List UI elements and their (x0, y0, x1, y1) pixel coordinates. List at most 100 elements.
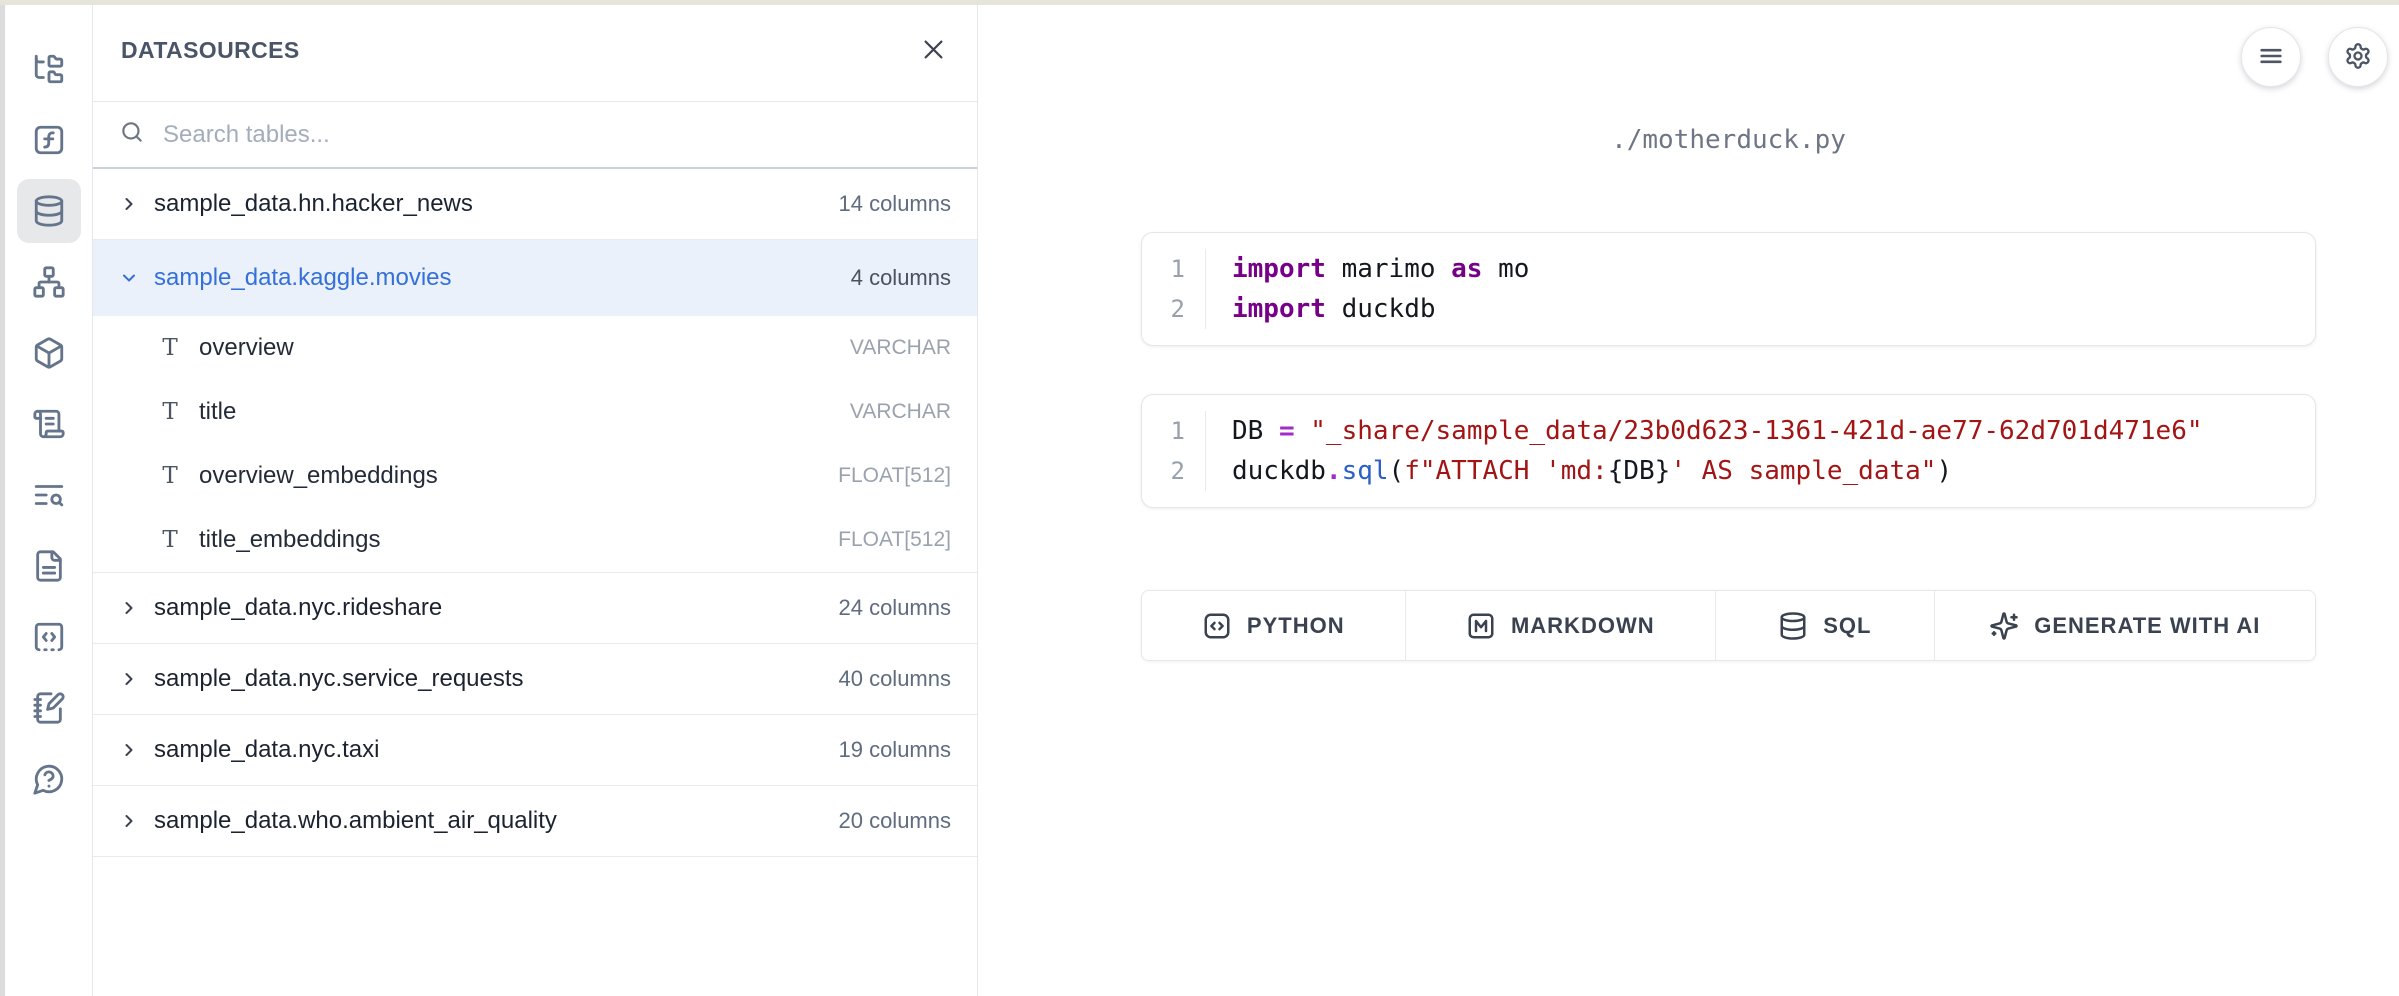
column-type: VARCHAR (850, 400, 951, 424)
sidebar-item-scroll-text[interactable] (17, 392, 81, 456)
sidebar-item-code-snippet[interactable] (17, 605, 81, 669)
sidebar-item-database[interactable] (17, 179, 81, 243)
add-cell-button-label: PYTHON (1247, 613, 1345, 639)
add-cell-generate-with-ai-button[interactable]: GENERATE WITH AI (1935, 591, 2315, 660)
table-row[interactable]: sample_data.nyc.taxi19 columns (93, 715, 977, 785)
table-row[interactable]: sample_data.nyc.service_requests40 colum… (93, 644, 977, 714)
column-count: 24 columns (838, 595, 951, 621)
notebook-pen-icon (32, 691, 66, 725)
scroll-text-icon (32, 407, 66, 441)
chevron-right-icon (119, 810, 141, 832)
network-icon (32, 265, 66, 299)
table-name: sample_data.nyc.rideshare (154, 594, 838, 622)
search-icon (119, 119, 145, 150)
column-row[interactable]: Toverview_embeddingsFLOAT[512] (93, 444, 977, 508)
column-row[interactable]: TtitleVARCHAR (93, 380, 977, 444)
add-cell-python-button[interactable]: PYTHON (1142, 591, 1406, 660)
settings-button[interactable] (2328, 27, 2388, 87)
column-name: title_embeddings (199, 526, 838, 554)
column-count: 40 columns (838, 666, 951, 692)
chevron-right-icon (119, 193, 141, 215)
database-icon (1778, 611, 1808, 641)
help-chat-icon (32, 762, 66, 796)
code-cell[interactable]: 12import marimo as moimport duckdb (1141, 232, 2316, 346)
column-name: overview_embeddings (199, 462, 838, 490)
add-cell-button-label: GENERATE WITH AI (2034, 613, 2260, 639)
code-editor[interactable]: import marimo as moimport duckdb (1206, 249, 2315, 329)
gear-icon (2344, 42, 2372, 73)
sidebar-item-notebook-pen[interactable] (17, 676, 81, 740)
table-group: sample_data.nyc.taxi19 columns (93, 715, 977, 786)
code-square-icon (1202, 611, 1232, 641)
window-top-edge (0, 0, 2399, 5)
code-cell[interactable]: 12DB = "_share/sample_data/23b0d623-1361… (1141, 394, 2316, 508)
add-cell-markdown-button[interactable]: MARKDOWN (1406, 591, 1716, 660)
datasources-panel: DATASOURCES sample_data.hn.hacker_news14… (93, 0, 978, 996)
file-tree-icon (32, 52, 66, 86)
cells-container: 12import marimo as moimport duckdb12DB =… (1141, 232, 2316, 508)
line-number: 2 (1142, 289, 1205, 329)
add-cell-sql-button[interactable]: SQL (1716, 591, 1935, 660)
notebook-filename: ./motherduck.py (1141, 118, 2316, 162)
table-row[interactable]: sample_data.nyc.rideshare24 columns (93, 573, 977, 643)
column-type: FLOAT[512] (838, 464, 951, 488)
window-left-edge (0, 0, 5, 996)
package-icon (32, 336, 66, 370)
table-name: sample_data.who.ambient_air_quality (154, 807, 838, 835)
file-text-icon (32, 549, 66, 583)
close-panel-button[interactable] (920, 36, 947, 66)
sidebar-item-help-chat[interactable] (17, 747, 81, 811)
text-type-icon: T (157, 463, 183, 489)
table-name: sample_data.kaggle.movies (154, 264, 851, 292)
sidebar-item-network[interactable] (17, 250, 81, 314)
table-row[interactable]: sample_data.hn.hacker_news14 columns (93, 169, 977, 239)
sidebar-item-file-text[interactable] (17, 534, 81, 598)
table-group: sample_data.who.ambient_air_quality20 co… (93, 786, 977, 857)
column-name: title (199, 398, 850, 426)
column-count: 20 columns (838, 808, 951, 834)
sidebar-item-package[interactable] (17, 321, 81, 385)
sidebar-item-list-search[interactable] (17, 463, 81, 527)
code-line: import marimo as mo (1232, 249, 2315, 289)
table-group: sample_data.nyc.rideshare24 columns (93, 573, 977, 644)
chevron-down-icon (119, 267, 141, 289)
code-editor[interactable]: DB = "_share/sample_data/23b0d623-1361-4… (1206, 411, 2315, 491)
column-type: FLOAT[512] (838, 528, 951, 552)
notebook-content: ./motherduck.py 12import marimo as moimp… (1141, 118, 2316, 661)
add-cell-button-label: MARKDOWN (1511, 613, 1655, 639)
text-type-icon: T (157, 527, 183, 553)
table-group: sample_data.hn.hacker_news14 columns (93, 169, 977, 240)
hamburger-menu-icon (2257, 42, 2285, 73)
column-row[interactable]: ToverviewVARCHAR (93, 316, 977, 380)
table-group: sample_data.kaggle.movies4 columnsToverv… (93, 240, 977, 573)
chevron-right-icon (119, 597, 141, 619)
sidebar-item-file-tree[interactable] (17, 37, 81, 101)
table-row[interactable]: sample_data.who.ambient_air_quality20 co… (93, 786, 977, 856)
line-number-gutter: 12 (1142, 411, 1206, 491)
panel-title: DATASOURCES (121, 37, 300, 64)
line-number: 2 (1142, 451, 1205, 491)
database-icon (32, 194, 66, 228)
table-name: sample_data.nyc.service_requests (154, 665, 838, 693)
add-cell-button-label: SQL (1823, 613, 1871, 639)
text-type-icon: T (157, 335, 183, 361)
search-bar (93, 102, 977, 169)
menu-button[interactable] (2241, 27, 2301, 87)
panel-header: DATASOURCES (93, 0, 977, 102)
sidebar-item-function-square[interactable] (17, 108, 81, 172)
chevron-right-icon (119, 668, 141, 690)
table-row[interactable]: sample_data.kaggle.movies4 columns (93, 240, 977, 316)
column-count: 4 columns (851, 265, 951, 291)
search-input[interactable] (163, 121, 951, 149)
table-group: sample_data.nyc.service_requests40 colum… (93, 644, 977, 715)
column-name: overview (199, 334, 850, 362)
list-search-icon (32, 478, 66, 512)
column-row[interactable]: Ttitle_embeddingsFLOAT[512] (93, 508, 977, 572)
activity-sidebar (5, 0, 93, 996)
tables-list: sample_data.hn.hacker_news14 columnssamp… (93, 169, 977, 857)
line-number: 1 (1142, 249, 1205, 289)
code-snippet-icon (32, 620, 66, 654)
chevron-right-icon (119, 739, 141, 761)
column-type: VARCHAR (850, 336, 951, 360)
markdown-square-icon (1466, 611, 1496, 641)
